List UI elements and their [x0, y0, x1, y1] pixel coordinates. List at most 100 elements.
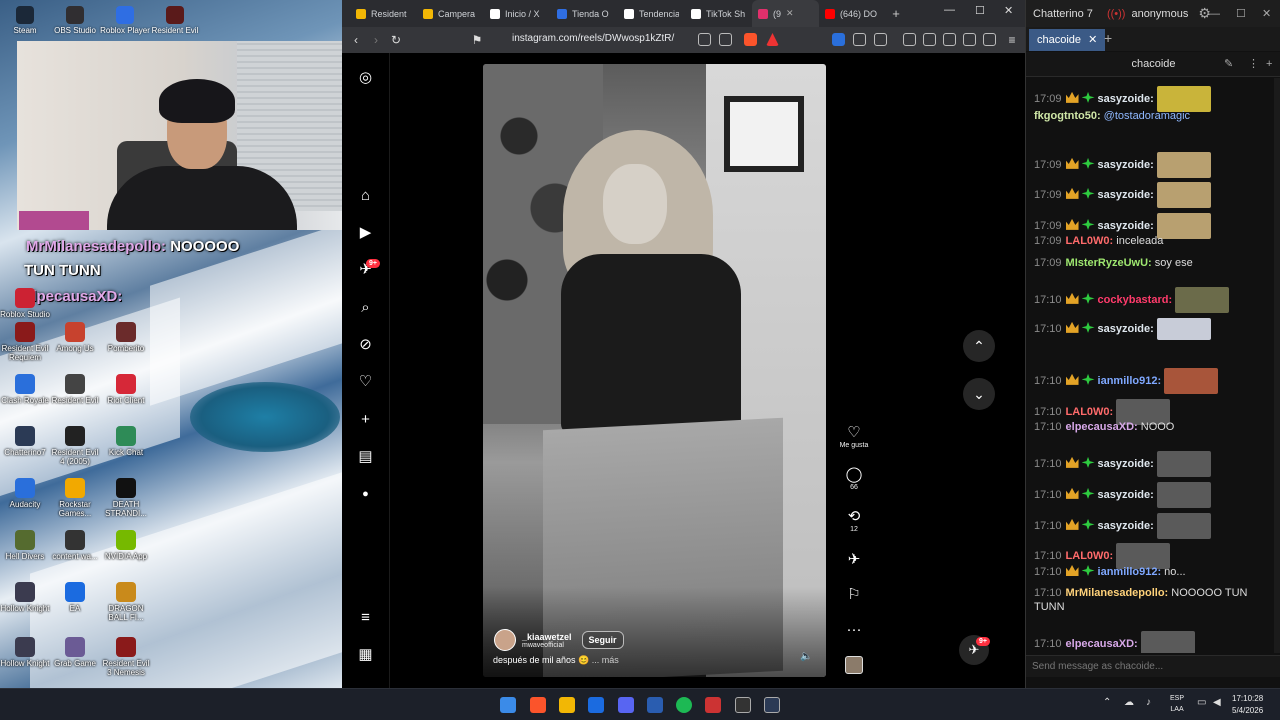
volume-icon[interactable]: 🔈: [800, 651, 812, 662]
comment-action[interactable]: ◯ 66: [834, 466, 874, 491]
desktop-shortcut[interactable]: Pomberito: [101, 322, 151, 353]
minimize-icon[interactable]: —: [944, 4, 955, 16]
chat-tab-channel[interactable]: chacoide ✕: [1029, 29, 1106, 51]
repost-action[interactable]: ⟲ 12: [834, 508, 874, 533]
explorer-taskbar-icon[interactable]: [559, 697, 575, 713]
desktop-shortcut[interactable]: Resident Evil 4 (2005): [50, 426, 100, 466]
next-reel-button[interactable]: ⌄: [963, 378, 995, 410]
previous-reel-button[interactable]: ⌃: [963, 330, 995, 362]
obs-taskbar-icon[interactable]: [735, 697, 751, 713]
chat-message[interactable]: 17:10 sasyzoide:: [1034, 451, 1211, 477]
audio-thumbnail[interactable]: [845, 656, 863, 674]
desktop-shortcut[interactable]: Resident Evil Requiem: [0, 322, 50, 362]
extensions-icon[interactable]: [853, 33, 866, 46]
repost-icon[interactable]: ⟲: [834, 508, 874, 526]
message-user[interactable]: MIsterRyzeUwU:: [1066, 257, 1152, 269]
message-user[interactable]: MrMilanesadepollo:: [1066, 587, 1169, 599]
tab-close-icon[interactable]: ✕: [1088, 34, 1097, 46]
volume-tray-icon[interactable]: ◀: [1213, 697, 1221, 708]
new-tab-button[interactable]: +: [886, 6, 906, 21]
message-user[interactable]: sasyzoide:: [1098, 323, 1154, 335]
desktop-shortcut[interactable]: NVIDIA App: [101, 530, 151, 561]
chat-message[interactable]: 17:10 ianmillo912: no...: [1034, 565, 1186, 578]
chat-message[interactable]: 17:09 sasyzoide:: [1034, 152, 1211, 178]
browser-tab[interactable]: (646) DO: [819, 0, 886, 27]
bing-taskbar-icon[interactable]: [588, 697, 604, 713]
author-username[interactable]: _kiaawetzel: [522, 632, 572, 642]
brave-taskbar-icon[interactable]: [530, 697, 546, 713]
desktop-shortcut[interactable]: Riot Client: [101, 374, 151, 405]
desktop-shortcut[interactable]: Hell Divers: [0, 530, 50, 561]
home-icon[interactable]: ⌂: [357, 187, 374, 204]
desktop-shortcut[interactable]: Roblox Player: [100, 2, 150, 35]
chat-message[interactable]: 17:10 cockybastard:: [1034, 287, 1230, 313]
chat-close-icon[interactable]: ✕: [1262, 7, 1271, 20]
message-user[interactable]: ianmillo912:: [1098, 566, 1162, 578]
bookmark-icon[interactable]: ⚐: [834, 586, 874, 604]
desktop-shortcut[interactable]: DRAGON BALL FI...: [101, 582, 151, 622]
media-icon[interactable]: [903, 33, 916, 46]
share-action[interactable]: ✈: [834, 551, 874, 569]
url-field[interactable]: instagram.com/reels/DWwosp1kZtR/: [512, 33, 674, 44]
comment-icon[interactable]: ◯: [834, 466, 874, 484]
create-icon[interactable]: +: [357, 411, 374, 428]
message-user[interactable]: cockybastard:: [1098, 294, 1173, 306]
sidebar-icon[interactable]: [923, 33, 936, 46]
more-options[interactable]: ···: [834, 621, 874, 639]
chat-input[interactable]: Send message as chacoide...: [1026, 655, 1280, 677]
desktop-shortcut[interactable]: Clash Royale: [0, 374, 50, 405]
send-icon[interactable]: ✈: [834, 551, 874, 569]
message-user[interactable]: LAL0W0:: [1066, 406, 1114, 418]
wallet-icon[interactable]: [943, 33, 956, 46]
tray-cloud-icon[interactable]: ☁: [1124, 697, 1134, 708]
desktop-shortcut[interactable]: Rockstar Games...: [50, 478, 100, 518]
desktop-shortcut[interactable]: Resident Evil: [50, 374, 100, 405]
browser-tab[interactable]: Inicio / X: [484, 0, 551, 27]
message-user[interactable]: LAL0W0:: [1066, 235, 1114, 247]
message-user[interactable]: sasyzoide:: [1098, 93, 1154, 105]
chat-message[interactable]: 17:10 sasyzoide:: [1034, 513, 1211, 539]
more-link[interactable]: ... más: [592, 655, 619, 665]
reload-icon[interactable]: ↻: [386, 33, 406, 47]
chat-message[interactable]: 17:10 MrMilanesadepollo: NOOOOO TUN: [1034, 587, 1247, 599]
menu-icon[interactable]: ≡: [1002, 33, 1022, 47]
message-user[interactable]: sasyzoide:: [1098, 520, 1154, 532]
dashboard-icon[interactable]: ▤: [357, 448, 374, 465]
back-icon[interactable]: ‹: [346, 33, 366, 47]
edit-icon[interactable]: ✎: [1224, 52, 1233, 77]
browser-tab[interactable]: Campera: [417, 0, 484, 27]
desktop-shortcut[interactable]: Roblox Studio: [0, 288, 50, 319]
author-avatar[interactable]: [494, 629, 516, 651]
chat-message[interactable]: 17:09 LAL0W0: inceleada: [1034, 235, 1163, 247]
chat-message[interactable]: TUNN: [1034, 601, 1065, 613]
message-user[interactable]: ianmillo912:: [1098, 375, 1162, 387]
network-icon[interactable]: ▭: [1197, 697, 1206, 708]
chatterino-taskbar-icon[interactable]: [764, 697, 780, 713]
spotify-taskbar-icon[interactable]: [676, 697, 692, 713]
leo-icon[interactable]: [963, 33, 976, 46]
browser-tab[interactable]: Resident: [350, 0, 417, 27]
cast-icon[interactable]: [698, 33, 711, 46]
chat-message[interactable]: 17:10 elpecausaXD: NOOO: [1034, 421, 1174, 433]
tray-chevron-icon[interactable]: ⌃: [1103, 697, 1111, 708]
desktop-shortcut[interactable]: Kick Chat: [101, 426, 151, 457]
heart-icon[interactable]: ♡: [834, 424, 874, 442]
vpn-icon[interactable]: [983, 33, 996, 46]
more-menu-icon[interactable]: ≡: [357, 609, 374, 626]
chat-message[interactable]: 17:10 sasyzoide:: [1034, 318, 1211, 340]
chat-message[interactable]: 17:10 elpecausaXD:: [1034, 631, 1195, 653]
start-icon[interactable]: [500, 697, 516, 713]
brave-rewards-icon[interactable]: [766, 33, 779, 46]
desktop-shortcut[interactable]: Audacity: [0, 478, 50, 509]
like-action[interactable]: ♡ Me gusta: [834, 424, 874, 449]
explore-icon[interactable]: ⊘: [357, 336, 374, 353]
chat-maximize-icon[interactable]: ☐: [1236, 7, 1246, 20]
message-user[interactable]: sasyzoide:: [1098, 159, 1154, 171]
desktop-shortcut[interactable]: EA: [50, 582, 100, 613]
chat-minimize-icon[interactable]: —: [1209, 8, 1220, 20]
notifications-icon[interactable]: ♡: [357, 373, 374, 390]
ea-taskbar-icon[interactable]: [647, 697, 663, 713]
bookmark-icon[interactable]: ⚑: [467, 33, 487, 47]
tab-close-icon[interactable]: ✕: [786, 8, 794, 19]
desktop-shortcut[interactable]: Hollow Knight: [0, 637, 50, 668]
